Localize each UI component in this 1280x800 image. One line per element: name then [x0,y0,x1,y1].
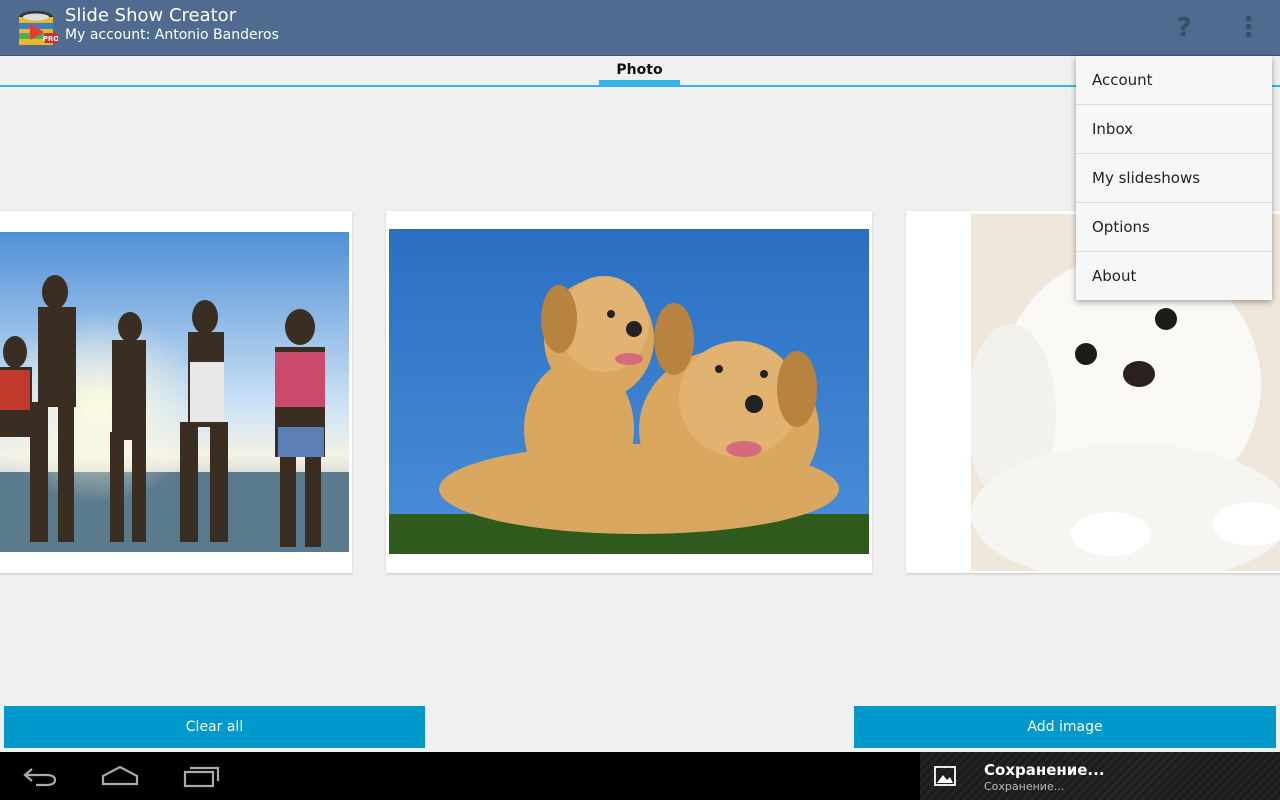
help-icon[interactable]: ? [1168,12,1200,44]
photo-card-people-dancing[interactable] [0,211,352,573]
menu-item-options[interactable]: Options [1076,203,1272,252]
notification-text: Сохранение... [984,780,1065,793]
menu-item-about[interactable]: About [1076,252,1272,301]
pro-badge-text: PRO [43,35,58,43]
app-title: Slide Show Creator [65,5,237,26]
add-image-button[interactable]: Add image [854,706,1276,748]
saving-notification[interactable]: Сохранение... Сохранение... [920,752,1280,800]
home-icon[interactable] [100,764,140,788]
clear-all-button[interactable]: Clear all [4,706,425,748]
menu-item-inbox[interactable]: Inbox [1076,105,1272,154]
menu-item-my-slideshows[interactable]: My slideshows [1076,154,1272,203]
app-logo-icon[interactable]: PRO [16,9,59,49]
overflow-menu: Account Inbox My slideshows Options Abou… [1076,56,1272,300]
menu-item-account[interactable]: Account [1076,56,1272,105]
recent-apps-icon[interactable] [182,764,222,788]
overflow-menu-icon[interactable] [1236,14,1260,42]
back-icon[interactable] [22,764,58,788]
photo-people-dancing [0,232,349,552]
photo-card-labrador-dogs[interactable] [386,211,872,573]
account-subtitle: My account: Antonio Banderos [65,27,279,43]
photo-labrador-dogs [389,229,869,554]
notification-title: Сохранение... [984,761,1105,779]
image-icon [934,766,956,786]
action-bar: PRO Slide Show Creator My account: Anton… [0,0,1280,56]
